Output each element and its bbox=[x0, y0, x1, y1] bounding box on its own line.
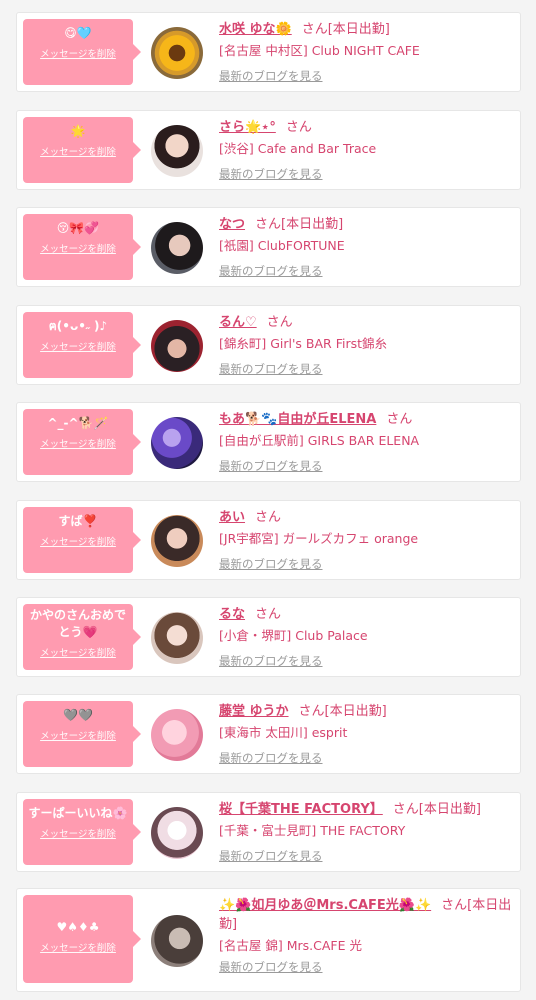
pink-photo-avatar[interactable] bbox=[151, 709, 203, 761]
shop-label: [名古屋 中村区] Club NIGHT CAFE bbox=[219, 43, 420, 58]
delete-message-link[interactable]: メッセージを削除 bbox=[40, 645, 116, 659]
shop-label: [自由が丘駅前] GIRLS BAR ELENA bbox=[219, 433, 420, 448]
list-item: ฅ(•ᴗ•˶ )♪ メッセージを削除 るん♡ さん [錦糸町] Girl's BA… bbox=[16, 305, 521, 385]
blog-link[interactable]: 最新のブログを見る bbox=[219, 556, 323, 573]
shop-label: [渋谷] Cafe and Bar Trace bbox=[219, 141, 377, 156]
girl-name-link[interactable]: もあ🐕🐾自由が丘ELENA bbox=[219, 412, 376, 427]
shop-label: [祇園] ClubFORTUNE bbox=[219, 238, 345, 253]
message-text: すーぱーいいね🌸 bbox=[28, 806, 128, 820]
name-suffix: さん[本日出勤] bbox=[298, 704, 387, 719]
message-text: 🩶🩶 bbox=[63, 708, 93, 722]
name-suffix: さん bbox=[386, 412, 413, 427]
message-text: かやのさんおめでとう💗 bbox=[29, 608, 126, 639]
message-bubble: ♥♠♦♣ メッセージを削除 bbox=[23, 895, 141, 983]
blog-link[interactable]: 最新のブログを見る bbox=[219, 750, 323, 767]
message-bubble: かやのさんおめでとう💗 メッセージを削除 bbox=[23, 604, 141, 670]
name-suffix: さん bbox=[285, 120, 312, 135]
list-item: ♥♠♦♣ メッセージを削除 ✨🌺如月ゆあ＠Mrs.CAFE光🌺✨ さん[本日出勤]… bbox=[16, 888, 521, 992]
blog-link[interactable]: 最新のブログを見る bbox=[219, 458, 323, 475]
girl-name-link[interactable]: るな bbox=[219, 607, 245, 622]
girl-name-link[interactable]: あい bbox=[219, 510, 245, 525]
message-text: 🌟 bbox=[70, 124, 86, 138]
girl-name-link[interactable]: るん♡ bbox=[219, 315, 257, 330]
list-item: 🩶🩶 メッセージを削除 藤堂 ゆうか さん[本日出勤] [東海市 太田川] esp… bbox=[16, 694, 521, 774]
girl-name-link[interactable]: 藤堂 ゆうか bbox=[219, 704, 289, 719]
message-bubble: 😋🩵 メッセージを削除 bbox=[23, 19, 141, 85]
message-list: 😋🩵 メッセージを削除 水咲 ゆな🌼 さん[本日出勤] [名古屋 中村区] Clu… bbox=[0, 0, 536, 1000]
message-bubble: ^_-^🐕🪄 メッセージを削除 bbox=[23, 409, 141, 475]
name-suffix: さん bbox=[255, 607, 282, 622]
message-text: ♥♠♦♣ bbox=[56, 920, 100, 934]
message-text: ฅ(•ᴗ•˶ )♪ bbox=[48, 319, 108, 333]
blog-link[interactable]: 最新のブログを見る bbox=[219, 653, 323, 670]
list-item: すば❣️ メッセージを削除 あい さん [JR宇都宮] ガールズカフェ orang… bbox=[16, 500, 521, 580]
blog-link[interactable]: 最新のブログを見る bbox=[219, 361, 323, 378]
shop-label: [錦糸町] Girl's BAR First錦糸 bbox=[219, 336, 388, 351]
girl-photo-avatar[interactable] bbox=[151, 612, 203, 664]
name-suffix: さん bbox=[266, 315, 293, 330]
message-text: すば❣️ bbox=[58, 514, 98, 528]
girl-name-link[interactable]: なつ bbox=[219, 217, 245, 232]
blog-link[interactable]: 最新のブログを見る bbox=[219, 68, 323, 85]
girl-name-link[interactable]: 桜【千葉THE FACTORY】 bbox=[219, 802, 383, 817]
message-bubble: 🩶🩶 メッセージを削除 bbox=[23, 701, 141, 767]
girl-photo-avatar[interactable] bbox=[151, 515, 203, 567]
list-item: 😋🩵 メッセージを削除 水咲 ゆな🌼 さん[本日出勤] [名古屋 中村区] Clu… bbox=[16, 12, 521, 92]
sunflower-avatar[interactable] bbox=[151, 27, 203, 79]
blog-link[interactable]: 最新のブログを見る bbox=[219, 263, 323, 280]
list-item: 🌟 メッセージを削除 さら🌟⋆° さん [渋谷] Cafe and Bar Tra… bbox=[16, 110, 521, 190]
shop-label: [東海市 太田川] esprit bbox=[219, 725, 348, 740]
delete-message-link[interactable]: メッセージを削除 bbox=[40, 436, 116, 450]
girl-photo-avatar[interactable] bbox=[151, 125, 203, 177]
list-item: ^_-^🐕🪄 メッセージを削除 もあ🐕🐾自由が丘ELENA さん [自由が丘駅前]… bbox=[16, 402, 521, 482]
delete-message-link[interactable]: メッセージを削除 bbox=[40, 241, 116, 255]
message-bubble: 🌟 メッセージを削除 bbox=[23, 117, 141, 183]
delete-message-link[interactable]: メッセージを削除 bbox=[40, 728, 116, 742]
shop-label: [名古屋 錦] Mrs.CAFE 光 bbox=[219, 938, 362, 953]
girl-name-link[interactable]: 水咲 ゆな🌼 bbox=[219, 22, 292, 37]
message-bubble: 😚🎀💞 メッセージを削除 bbox=[23, 214, 141, 280]
shop-label: [千葉・富士見町] THE FACTORY bbox=[219, 823, 406, 838]
girl-photo-avatar[interactable] bbox=[151, 320, 203, 372]
name-suffix: さん bbox=[255, 510, 282, 525]
girl-photo-avatar[interactable] bbox=[151, 807, 203, 859]
shop-label: [JR宇都宮] ガールズカフェ orange bbox=[219, 531, 419, 546]
balloon-photo-avatar[interactable] bbox=[151, 417, 203, 469]
blog-link[interactable]: 最新のブログを見る bbox=[219, 848, 323, 865]
delete-message-link[interactable]: メッセージを削除 bbox=[40, 144, 116, 158]
message-text: 😋🩵 bbox=[64, 26, 92, 40]
delete-message-link[interactable]: メッセージを削除 bbox=[40, 46, 116, 60]
blog-link[interactable]: 最新のブログを見る bbox=[219, 959, 323, 976]
delete-message-link[interactable]: メッセージを削除 bbox=[40, 940, 116, 954]
list-item: 😚🎀💞 メッセージを削除 なつ さん[本日出勤] [祇園] ClubFORTUNE… bbox=[16, 207, 521, 287]
message-text: ^_-^🐕🪄 bbox=[47, 416, 109, 430]
list-item: すーぱーいいね🌸 メッセージを削除 桜【千葉THE FACTORY】 さん[本日出… bbox=[16, 792, 521, 872]
message-text: 😚🎀💞 bbox=[56, 221, 100, 235]
message-bubble: すーぱーいいね🌸 メッセージを削除 bbox=[23, 799, 141, 865]
name-suffix: さん[本日出勤] bbox=[301, 22, 390, 37]
girl-name-link[interactable]: ✨🌺如月ゆあ＠Mrs.CAFE光🌺✨ bbox=[219, 898, 431, 913]
message-bubble: すば❣️ メッセージを削除 bbox=[23, 507, 141, 573]
message-bubble: ฅ(•ᴗ•˶ )♪ メッセージを削除 bbox=[23, 312, 141, 378]
girl-name-link[interactable]: さら🌟⋆° bbox=[219, 120, 276, 135]
girl-photo-avatar[interactable] bbox=[151, 222, 203, 274]
list-item: かやのさんおめでとう💗 メッセージを削除 るな さん [小倉・堺町] Club P… bbox=[16, 597, 521, 677]
shop-label: [小倉・堺町] Club Palace bbox=[219, 628, 368, 643]
name-suffix: さん[本日出勤] bbox=[392, 802, 481, 817]
girl-photo-avatar[interactable] bbox=[151, 915, 203, 967]
delete-message-link[interactable]: メッセージを削除 bbox=[40, 534, 116, 548]
delete-message-link[interactable]: メッセージを削除 bbox=[40, 339, 116, 353]
delete-message-link[interactable]: メッセージを削除 bbox=[40, 826, 116, 840]
blog-link[interactable]: 最新のブログを見る bbox=[219, 166, 323, 183]
name-suffix: さん[本日出勤] bbox=[255, 217, 344, 232]
